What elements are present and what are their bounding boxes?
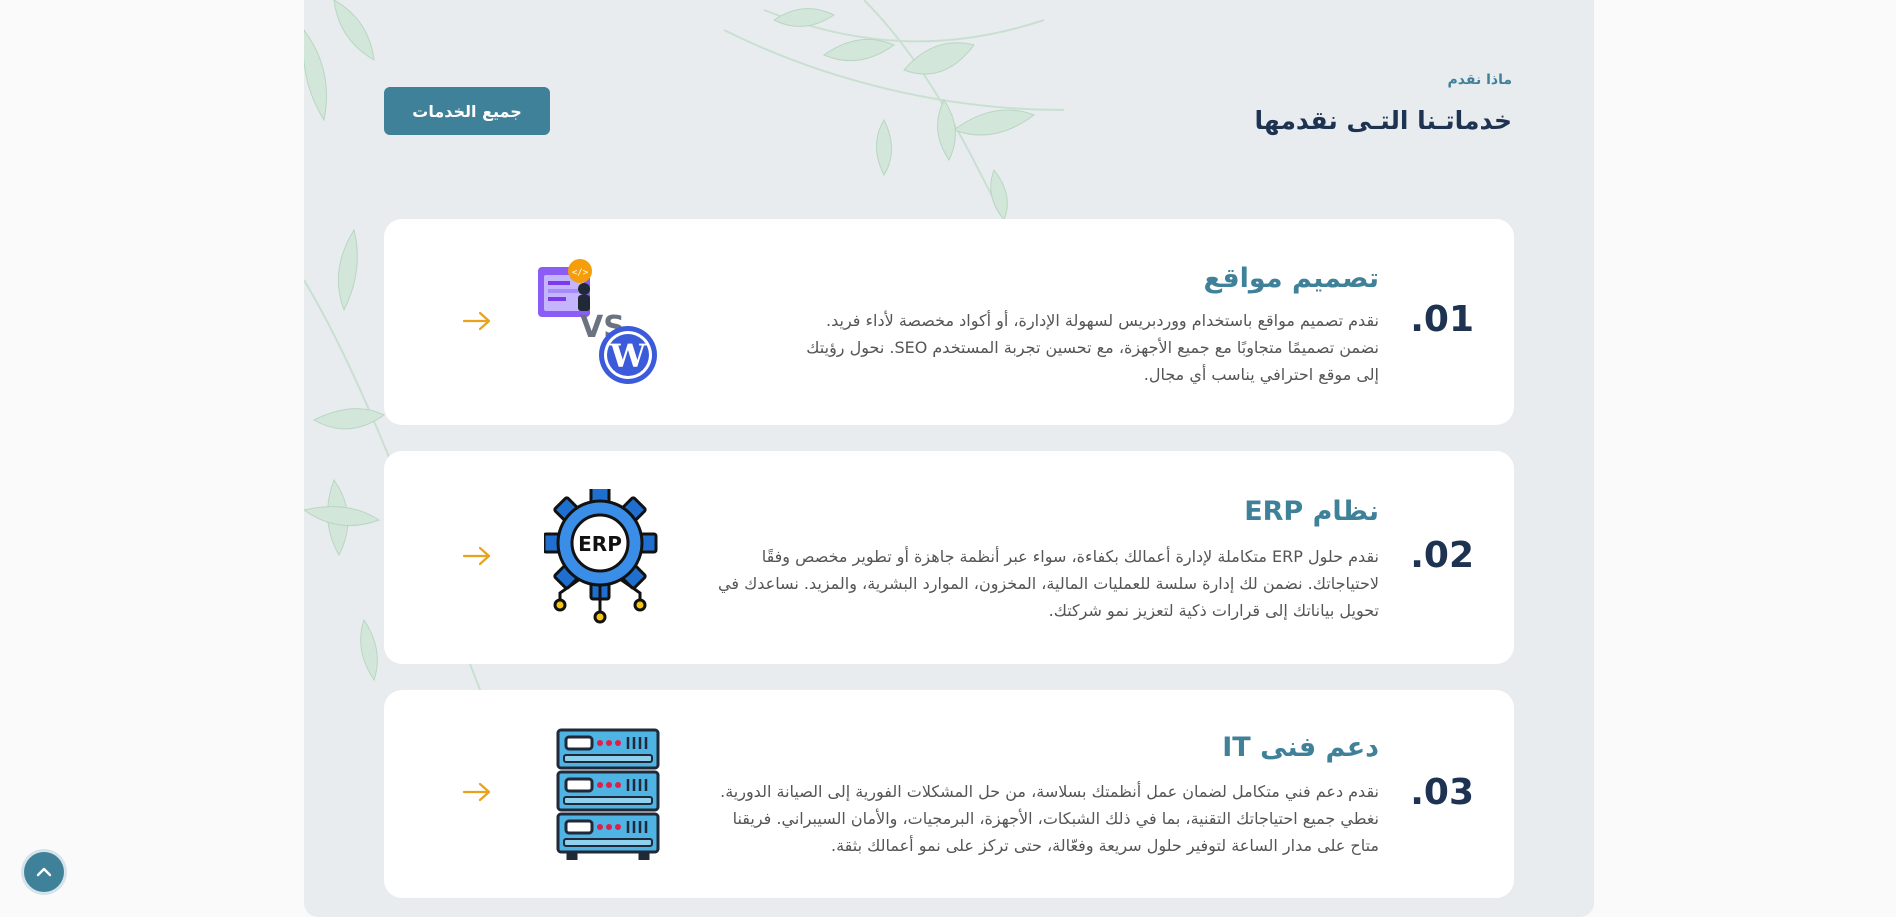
service-card-it-support[interactable]: .03 دعم فنى IT نقدم دعم فني متكامل لضمان… <box>384 690 1514 898</box>
erp-gear-icon: ERP <box>542 485 660 625</box>
service-number: .02 <box>1410 535 1474 576</box>
scroll-to-top-button[interactable] <box>24 852 64 892</box>
service-title: دعم فنى IT <box>1222 732 1379 763</box>
arrow-right-icon[interactable] <box>462 782 492 802</box>
section-title: خدماتـنا التـى نقدمها <box>1254 106 1512 135</box>
service-title: تصميم مواقع <box>1203 263 1379 294</box>
service-card-web-design[interactable]: .01 تصميم مواقع نقدم تصميم مواقع باستخدا… <box>384 219 1514 425</box>
service-card-erp[interactable]: .02 نظام ERP نقدم حلول ERP متكاملة لإدار… <box>384 451 1514 664</box>
svg-text:W: W <box>609 337 647 375</box>
service-number: .01 <box>1410 299 1474 340</box>
service-number: .03 <box>1410 772 1474 813</box>
all-services-button[interactable]: جميع الخدمات <box>384 87 550 135</box>
section-eyebrow: ماذا نقدم <box>1447 72 1512 88</box>
web-design-vs-wordpress-icon: </> VS W <box>534 259 662 385</box>
service-description: نقدم دعم فني متكامل لضمان عمل أنظمتك بسل… <box>720 782 1379 855</box>
service-title: نظام ERP <box>1244 496 1379 527</box>
services-section: ماذا نقدم خدماتـنا التـى نقدمها جميع الخ… <box>304 0 1594 917</box>
svg-text:ERP: ERP <box>578 532 622 556</box>
arrow-right-icon[interactable] <box>462 311 492 331</box>
server-rack-icon <box>556 728 660 862</box>
svg-text:</>: </> <box>572 268 589 278</box>
chevron-up-icon <box>36 867 52 877</box>
arrow-right-icon[interactable] <box>462 546 492 566</box>
service-description: نقدم تصميم مواقع باستخدام ووردبريس لسهول… <box>806 311 1379 384</box>
service-description: نقدم حلول ERP متكاملة لإدارة أعمالك بكفا… <box>718 547 1379 620</box>
